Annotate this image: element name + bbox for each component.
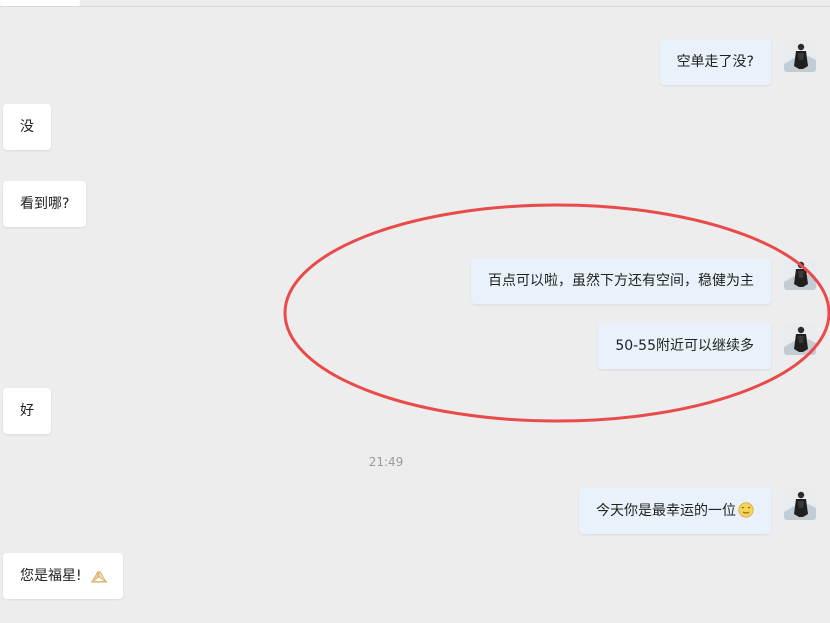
- message-bubble-sent[interactable]: 百点可以啦，虽然下方还有空间，稳健为主: [471, 258, 771, 304]
- chat-top-divider: [0, 6, 830, 7]
- clasped-hands-emoji-icon: [90, 556, 107, 583]
- message-text: 好: [20, 403, 34, 419]
- avatar-image: [784, 40, 816, 72]
- avatar[interactable]: [784, 323, 816, 355]
- avatar[interactable]: [784, 40, 816, 72]
- message-bubble-received[interactable]: 好: [3, 388, 51, 434]
- avatar-image: [784, 323, 816, 355]
- message-bubble-received[interactable]: 看到哪?: [3, 181, 87, 227]
- message-text: 您是福星!: [20, 568, 82, 584]
- message-text: 百点可以啦，虽然下方还有空间，稳健为主: [488, 273, 754, 289]
- avatar[interactable]: [784, 258, 816, 290]
- message-bubble-sent[interactable]: 50-55附近可以继续多: [598, 323, 771, 369]
- message-bubble-received[interactable]: 没: [3, 104, 51, 150]
- message-text: 看到哪?: [20, 196, 70, 212]
- message-text: 今天你是最幸运的一位: [596, 503, 736, 519]
- timestamp: 21:49: [368, 455, 404, 469]
- message-bubble-sent[interactable]: 空单走了没?: [659, 39, 771, 85]
- avatar-image: [784, 258, 816, 290]
- message-text: 没: [20, 119, 34, 135]
- message-bubble-received[interactable]: 您是福星!: [3, 553, 123, 599]
- avatar-image: [784, 488, 816, 520]
- tongue-emoji-icon: [738, 491, 754, 518]
- avatar[interactable]: [784, 488, 816, 520]
- message-text: 50-55附近可以继续多: [615, 338, 754, 354]
- message-text: 空单走了没?: [676, 54, 754, 70]
- message-bubble-sent[interactable]: 今天你是最幸运的一位: [579, 488, 771, 534]
